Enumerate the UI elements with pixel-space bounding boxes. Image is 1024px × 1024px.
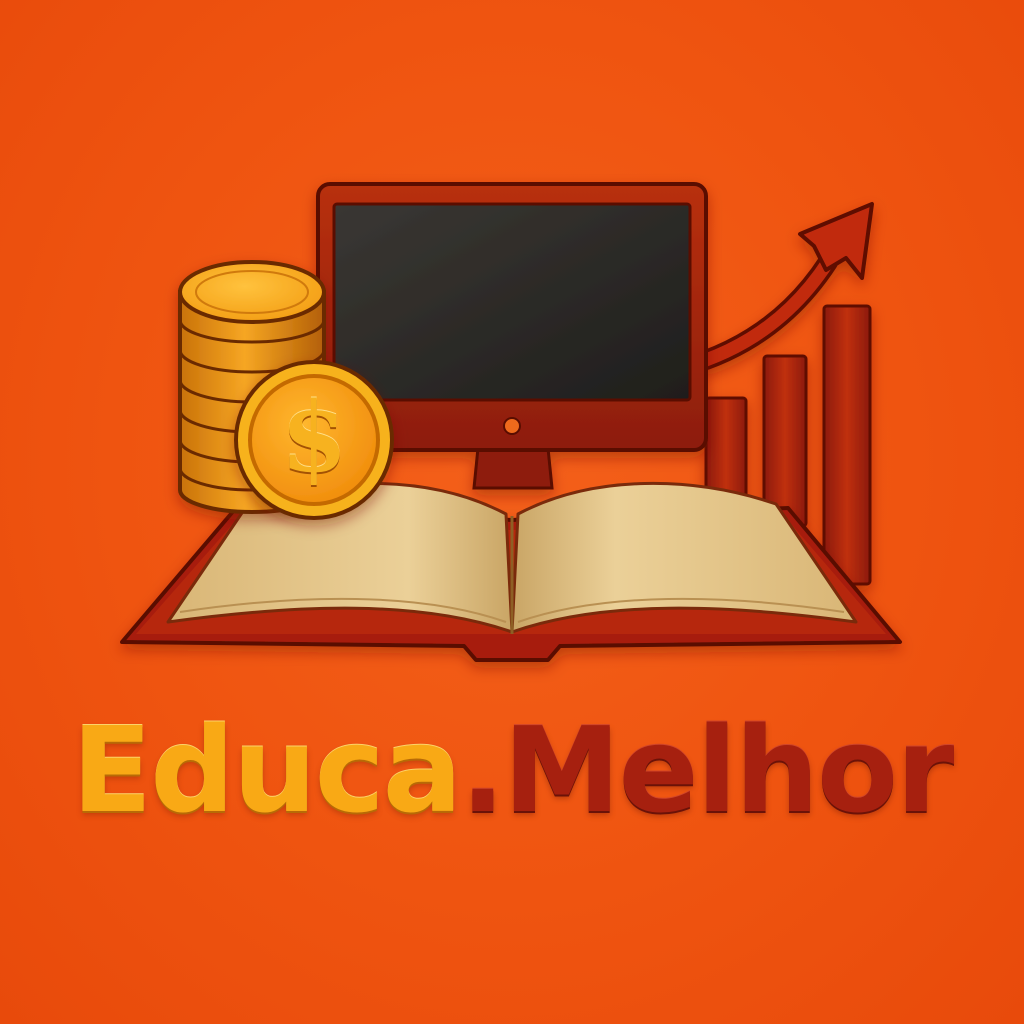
- brand-wordmark: Educa.Melhor: [0, 690, 1024, 850]
- brand-name-melhor: .Melhor: [460, 701, 954, 839]
- logo-illustration: [120, 182, 902, 662]
- dollar-symbol: $: [280, 381, 348, 494]
- brand-name-educa: Educa: [71, 701, 463, 839]
- logo-canvas: $ Educa.Melhor: [0, 0, 1024, 1024]
